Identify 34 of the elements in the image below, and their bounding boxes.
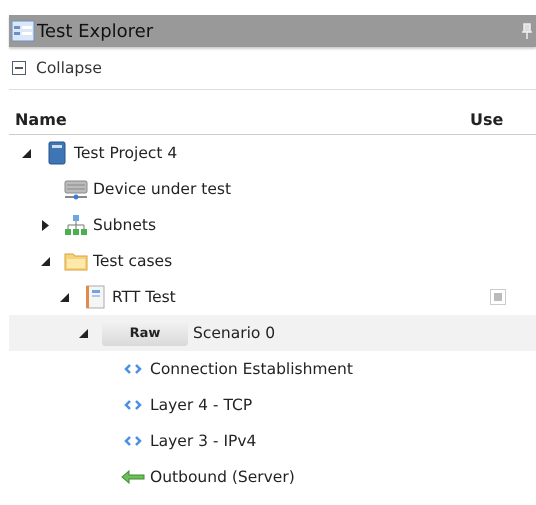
tree-item-label[interactable]: Test cases xyxy=(93,252,172,270)
tree-row[interactable]: Test Project 4 xyxy=(9,135,536,171)
tree-row[interactable]: RTT Test xyxy=(9,279,536,315)
notebook-icon xyxy=(83,285,107,309)
tree-row[interactable]: Raw Scenario 0 xyxy=(9,315,536,351)
minus-box-icon xyxy=(12,61,26,75)
tree-row[interactable]: Layer 4 - TCP xyxy=(9,387,536,423)
tree-item-label[interactable]: Test Project 4 xyxy=(74,144,178,162)
tree-item-label[interactable]: Scenario 0 xyxy=(193,324,276,342)
network-icon xyxy=(64,213,88,237)
expanded-icon[interactable] xyxy=(60,292,68,302)
tree-item-label[interactable]: Subnets xyxy=(93,216,156,234)
column-header[interactable]: Name xyxy=(9,110,470,128)
tree-item-label[interactable]: Layer 3 - IPv4 xyxy=(150,432,256,450)
tree-item-label[interactable]: Device under test xyxy=(93,180,232,198)
column-header[interactable]: Use xyxy=(470,110,536,128)
window-title: Test Explorer xyxy=(37,20,154,42)
expanded-icon[interactable] xyxy=(40,256,50,266)
tree-row[interactable]: Subnets xyxy=(9,207,536,243)
tree-row[interactable]: Layer 3 - IPv4 xyxy=(9,423,536,459)
expanded-icon[interactable] xyxy=(22,148,30,158)
collapse-button[interactable]: Collapse xyxy=(12,59,102,77)
window-icon xyxy=(11,20,35,42)
tree-row[interactable]: Device under test xyxy=(9,171,536,207)
tree-item-label[interactable]: Connection Establishment xyxy=(150,360,353,378)
tree-row[interactable]: Test cases xyxy=(9,243,536,279)
tree-item-label[interactable]: Outbound (Server) xyxy=(150,468,295,486)
tree-item-label[interactable]: RTT Test xyxy=(112,288,176,306)
tree-item-label[interactable]: Layer 4 - TCP xyxy=(150,396,252,414)
use-checkbox[interactable] xyxy=(490,289,506,305)
tree-row[interactable]: Outbound (Server) xyxy=(9,459,536,495)
collapsed-icon[interactable] xyxy=(42,220,48,230)
expanded-icon[interactable] xyxy=(78,328,88,338)
tree-row[interactable]: Connection Establishment xyxy=(9,351,536,387)
